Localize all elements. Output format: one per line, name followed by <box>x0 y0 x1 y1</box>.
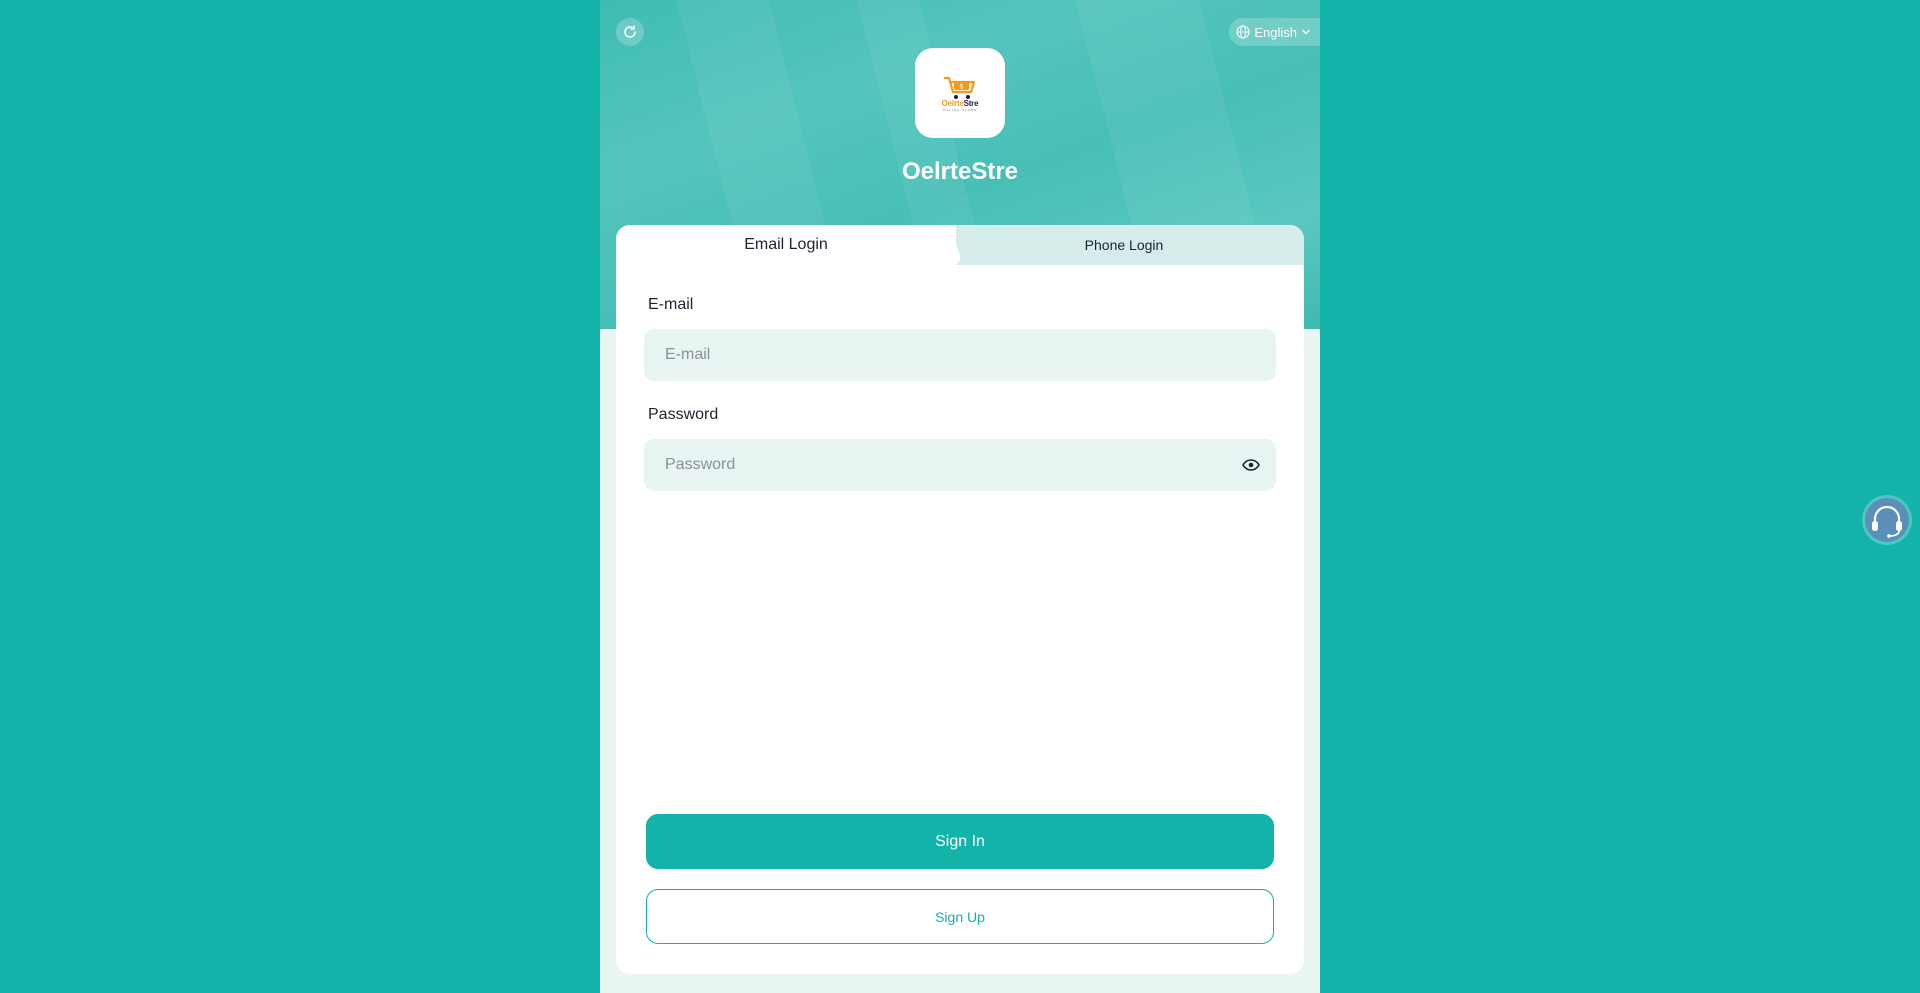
customer-support-button[interactable] <box>1865 498 1909 542</box>
language-label: English <box>1254 24 1297 40</box>
headset-icon <box>1872 505 1902 538</box>
email-label: E-mail <box>648 296 694 313</box>
refresh-button[interactable] <box>616 18 644 46</box>
email-field[interactable] <box>644 329 1276 381</box>
tab-email-login[interactable]: Email Login <box>616 225 956 265</box>
tab-phone-login[interactable]: Phone Login <box>932 225 1304 265</box>
globe-icon <box>1236 25 1250 39</box>
refresh-icon <box>624 25 636 38</box>
language-selector[interactable]: English <box>1229 18 1320 46</box>
eye-icon <box>1242 459 1260 471</box>
password-label: Password <box>648 406 719 423</box>
login-tabs: Phone Login Email Login <box>616 225 1304 265</box>
shopping-cart-icon: $ <box>944 76 976 99</box>
chevron-down-icon <box>1302 29 1310 35</box>
sign-in-button[interactable]: Sign In <box>646 814 1274 869</box>
brand-name: OelrteStre <box>901 158 1019 185</box>
login-screen: English $ OelrteStre ONLINE STORE Oelrte… <box>600 0 1320 993</box>
logo-wordmark: OelrteStre <box>941 98 979 108</box>
tab-email-login-label: Email Login <box>744 236 828 253</box>
tab-phone-login-label: Phone Login <box>1084 237 1164 253</box>
show-password-button[interactable] <box>1241 455 1261 475</box>
app-logo: $ OelrteStre ONLINE STORE <box>915 48 1005 138</box>
password-field[interactable] <box>644 439 1276 491</box>
login-card: Phone Login Email Login E-mail Password … <box>616 225 1304 974</box>
logo-tagline: ONLINE STORE <box>942 107 978 112</box>
sign-up-button[interactable]: Sign Up <box>646 889 1274 944</box>
